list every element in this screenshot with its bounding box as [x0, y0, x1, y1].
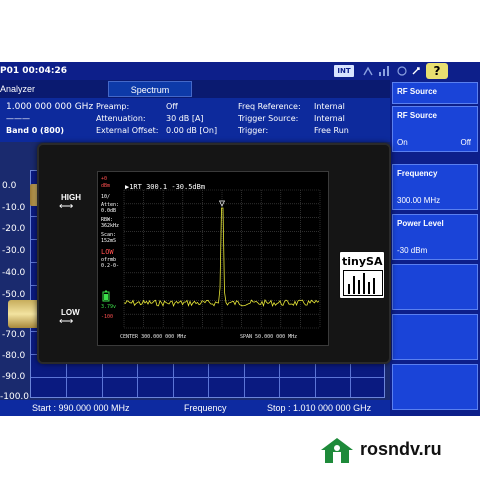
softkey-value: 300.00 MHz	[397, 196, 441, 205]
spectrum-trace	[123, 207, 320, 308]
y-axis-label: -70.0	[2, 330, 26, 340]
y-axis-label: -90.0	[2, 372, 26, 382]
tinysa-logo: tinySA	[339, 251, 385, 299]
watermark: rosndv.ru	[318, 436, 442, 464]
start-freq-label: Start : 990.000 000 MHz	[32, 403, 130, 413]
center-freq-label: Frequency	[184, 403, 227, 413]
logo-bars-icon	[343, 270, 383, 296]
rbw-value: 362kHz	[101, 223, 120, 229]
double-arrow-icon: ⟷	[59, 201, 74, 212]
rf-on-option[interactable]: On	[397, 138, 408, 147]
band-label: Band 0 (800)	[6, 126, 65, 135]
double-arrow-icon: ⟷	[59, 316, 74, 327]
stop-freq-label: Stop : 1.010 000 000 GHz	[267, 403, 372, 413]
atten-value: 30 dB [A]	[166, 114, 204, 123]
softkey-blank[interactable]	[392, 364, 478, 410]
trig-value: Free Run	[314, 126, 349, 135]
grid-line	[31, 377, 384, 378]
softkey-value: -30 dBm	[397, 246, 428, 255]
span: SPAN 50.000 000 MHz	[240, 334, 298, 340]
softkey-frequency[interactable]: Frequency 300.00 MHz	[392, 164, 478, 210]
tab-spectrum[interactable]: Spectrum	[108, 81, 192, 97]
y-axis-label: -40.0	[2, 268, 26, 278]
signal-icon	[378, 65, 390, 77]
y-axis-label: -50.0	[2, 290, 26, 300]
mode-bar: Analyzer Spectrum	[0, 80, 390, 98]
softkey-title: Frequency	[397, 169, 438, 178]
network-icon	[362, 65, 374, 77]
softkey-menu: RF Source RF Source On Off Frequency 300…	[390, 80, 480, 416]
ref-level: +0	[101, 176, 108, 182]
bottom-level: -100	[101, 314, 114, 320]
marker-readout: ▶1RT 300.1 -30.5dBm	[125, 183, 206, 191]
freqref-label: Freq Reference:	[238, 102, 301, 111]
softkey-blank[interactable]	[392, 264, 478, 310]
scan-value: 152mS	[101, 238, 117, 244]
int-badge[interactable]: INT	[334, 65, 354, 77]
trig-label: Trigger:	[238, 126, 269, 135]
battery-voltage: 3.79v	[101, 304, 117, 310]
softkey-title: RF Source	[397, 111, 438, 120]
logo-text: tinySA	[342, 255, 383, 268]
offset-value: 0.2-0-	[101, 263, 120, 269]
watermark-text: rosndv.ru	[360, 439, 442, 459]
analyzer-bottom-bar: Start : 990.000 000 MHz Frequency Stop :…	[0, 400, 390, 416]
usb-icon	[396, 65, 408, 77]
house-icon	[321, 438, 353, 463]
spectrum-plot	[123, 189, 321, 329]
y-axis-label: -80.0	[2, 351, 26, 361]
softkey-blank[interactable]	[392, 314, 478, 360]
softkey-header: RF Source	[392, 82, 478, 104]
settings-icon[interactable]	[410, 65, 422, 77]
y-axis-label: -30.0	[2, 246, 26, 256]
center-sub: ———	[6, 114, 30, 123]
y-axis-label: -20.0	[2, 224, 26, 234]
datetime: P01 00:04:26	[0, 66, 68, 76]
help-button[interactable]: ?	[426, 63, 448, 79]
mode-name: Analyzer	[0, 84, 36, 94]
softkey-title: Power Level	[397, 219, 444, 228]
preamp-label: Preamp:	[96, 102, 130, 111]
tinysa-device: HIGH ⟷ LOW ⟷ ▶1RT 300.1 -30.5dBm +0 dBm …	[37, 143, 391, 364]
analyzer-topbar: P01 00:04:26 INT ?	[0, 62, 480, 80]
trigsrc-label: Trigger Source:	[238, 114, 299, 123]
mode-low: LOW	[101, 248, 114, 256]
atten-value: 0.0dB	[101, 208, 117, 214]
trigsrc-value: Internal	[314, 114, 345, 123]
tinysa-screen: ▶1RT 300.1 -30.5dBm +0 dBm 10/ Atten: 0.…	[97, 171, 329, 346]
atten-label: Attenuation:	[96, 114, 146, 123]
preamp-value: Off	[166, 102, 178, 111]
parameter-panel: 1.000 000 000 GHz ——— Band 0 (800) Pream…	[0, 98, 390, 142]
offset-value: 0.00 dB [On]	[166, 126, 218, 135]
freqref-value: Internal	[314, 102, 345, 111]
softkey-power-level[interactable]: Power Level -30 dBm	[392, 214, 478, 260]
center-freq: 1.000 000 000 GHz	[6, 102, 94, 112]
rf-off-option[interactable]: Off	[460, 138, 471, 147]
softkey-rf-source[interactable]: RF Source On Off	[392, 106, 478, 152]
scale: 10/	[101, 194, 111, 200]
ref-unit: dBm	[101, 183, 111, 189]
center-frequency: CENTER 300.000 000 MHz	[120, 334, 187, 340]
battery-icon	[102, 290, 110, 304]
y-axis-label: -10.0	[2, 203, 26, 213]
offset-label: External Offset:	[96, 126, 159, 135]
y-axis-label: 0.0	[2, 181, 17, 191]
